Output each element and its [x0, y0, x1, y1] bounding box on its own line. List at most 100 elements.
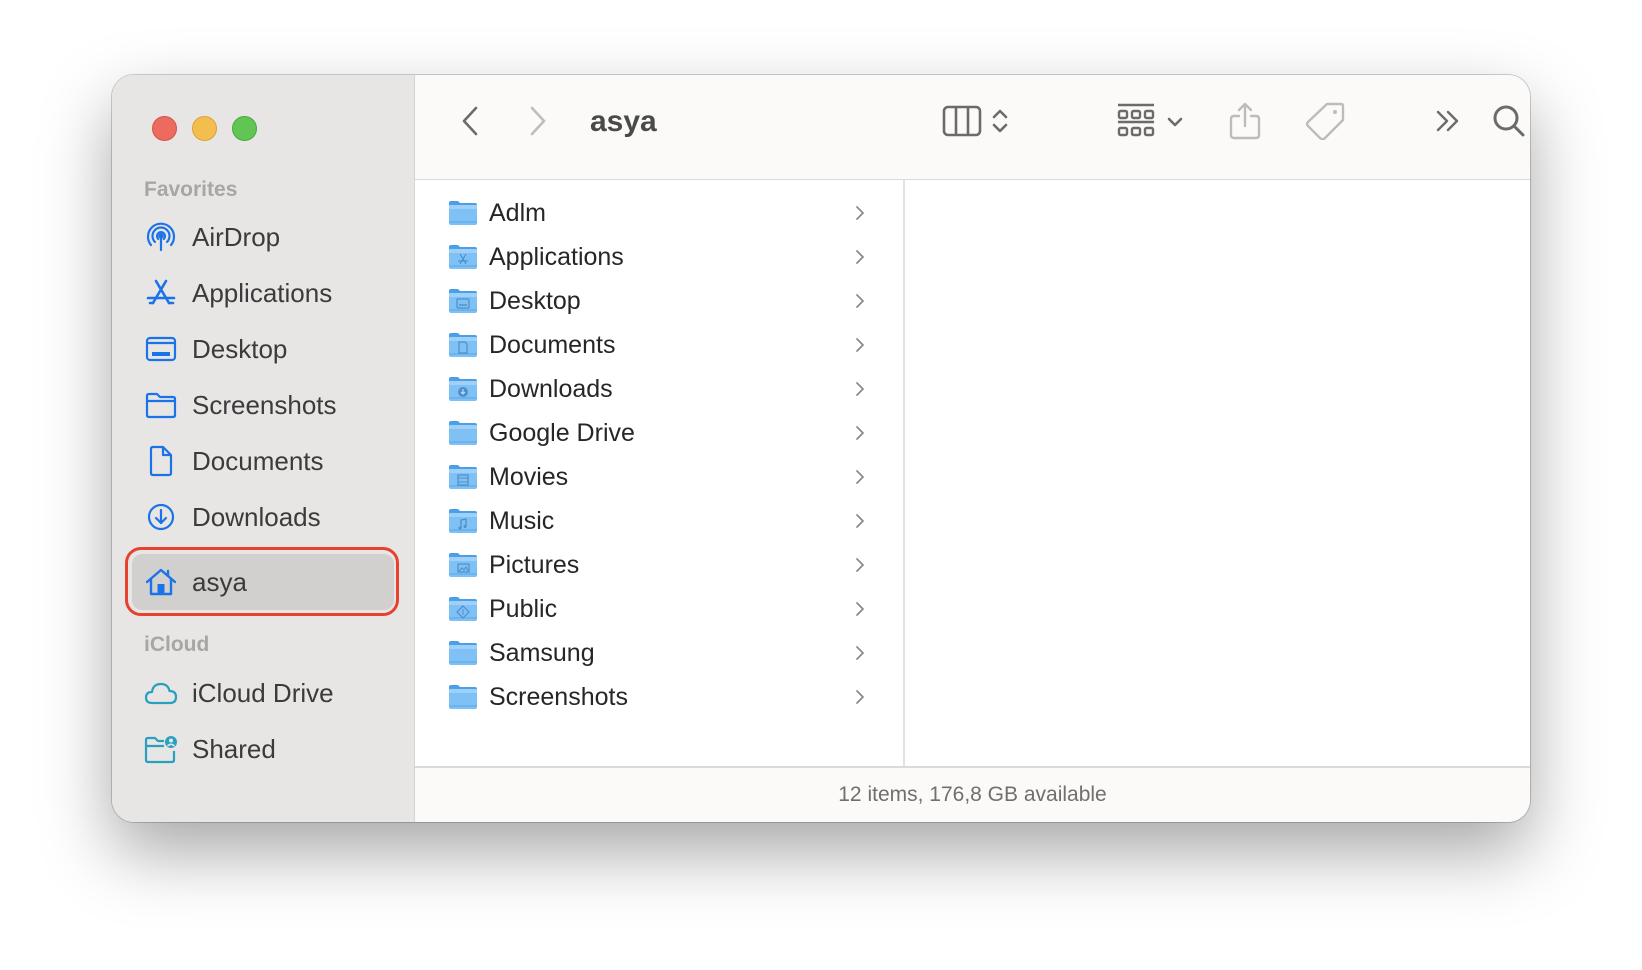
- file-row[interactable]: Documents: [415, 323, 903, 367]
- window-title: asya: [590, 105, 657, 138]
- file-name: Applications: [489, 242, 624, 271]
- section-label-favorites: Favorites: [144, 178, 238, 201]
- group-icon: [1117, 103, 1155, 144]
- sidebar-item-home[interactable]: asya: [132, 554, 394, 610]
- folder-icon: [448, 596, 478, 622]
- chevron-right-icon: [855, 249, 875, 265]
- file-name: Documents: [489, 330, 616, 359]
- share-icon: [1229, 102, 1261, 145]
- folder-icon: [448, 200, 478, 226]
- file-row[interactable]: Public: [415, 587, 903, 631]
- back-button[interactable]: [455, 101, 485, 145]
- forward-button[interactable]: [523, 101, 553, 145]
- sidebar-item-label: Shared: [192, 733, 276, 764]
- file-row[interactable]: Adlm: [415, 191, 903, 235]
- file-browser: Adlm Applications Desktop Documents Download…: [415, 180, 1530, 766]
- chevron-right-icon: [855, 293, 875, 309]
- file-name: Samsung: [489, 638, 595, 667]
- view-mode-button[interactable]: [930, 101, 1020, 145]
- chevron-right-icon: [855, 557, 875, 573]
- folder-icon: [448, 420, 478, 446]
- file-name: Music: [489, 506, 555, 535]
- file-row[interactable]: Music: [415, 499, 903, 543]
- column-view-icon: [942, 105, 982, 142]
- section-label-icloud: iCloud: [144, 633, 210, 656]
- shared-folder-icon: [144, 732, 178, 766]
- sidebar-item-label: Documents: [192, 445, 324, 476]
- cloud-icon: [144, 676, 178, 710]
- chevron-right-icon: [855, 689, 875, 705]
- sidebar-item-label: Desktop: [192, 333, 288, 364]
- sidebar-item-label: Screenshots: [192, 389, 337, 420]
- sidebar-item-airdrop[interactable]: AirDrop: [132, 209, 394, 265]
- sidebar: Favorites AirDrop Applications Desktop S…: [112, 75, 415, 822]
- minimize-button[interactable]: [192, 116, 217, 141]
- finder-window: Favorites AirDrop Applications Desktop S…: [112, 75, 1530, 822]
- double-chevron-icon: [1435, 110, 1461, 137]
- sidebar-item-documents[interactable]: Documents: [132, 433, 394, 489]
- chevron-right-icon: [855, 337, 875, 353]
- file-name: Screenshots: [489, 682, 628, 711]
- folder-icon: [448, 684, 478, 710]
- sidebar-item-screenshots[interactable]: Screenshots: [132, 377, 394, 433]
- file-name: Adlm: [489, 198, 546, 227]
- file-column[interactable]: Adlm Applications Desktop Documents Download…: [415, 180, 905, 766]
- home-icon: [144, 565, 178, 599]
- folder-icon: [448, 508, 478, 534]
- applications-icon: [144, 276, 178, 310]
- tag-icon: [1305, 102, 1345, 145]
- share-button[interactable]: [1225, 101, 1265, 145]
- zoom-button[interactable]: [232, 116, 257, 141]
- file-row[interactable]: Google Drive: [415, 411, 903, 455]
- sidebar-item-label: Downloads: [192, 501, 321, 532]
- chevron-left-icon: [461, 106, 479, 141]
- sidebar-item-label: asya: [192, 566, 247, 597]
- sidebar-item-label: Applications: [192, 277, 333, 308]
- status-bar: 12 items, 176,8 GB available: [415, 766, 1530, 822]
- file-row[interactable]: Samsung: [415, 631, 903, 675]
- file-row[interactable]: Pictures: [415, 543, 903, 587]
- download-icon: [144, 500, 178, 534]
- group-button[interactable]: [1110, 101, 1190, 145]
- chevron-right-icon: [855, 645, 875, 661]
- status-text: 12 items, 176,8 GB available: [838, 783, 1107, 806]
- tags-button[interactable]: [1303, 101, 1347, 145]
- file-name: Desktop: [489, 286, 581, 315]
- sidebar-item-label: iCloud Drive: [192, 677, 334, 708]
- chevron-right-icon: [855, 381, 875, 397]
- file-row[interactable]: Movies: [415, 455, 903, 499]
- file-name: Pictures: [489, 550, 580, 579]
- sidebar-item-desktop[interactable]: Desktop: [132, 321, 394, 377]
- chevron-right-icon: [855, 601, 875, 617]
- more-toolbar-button[interactable]: [1430, 101, 1466, 145]
- sidebar-item-shared[interactable]: Shared: [132, 721, 394, 777]
- file-name: Public: [489, 594, 558, 623]
- airdrop-icon: [144, 220, 178, 254]
- sidebar-item-applications[interactable]: Applications: [132, 265, 394, 321]
- file-row[interactable]: Downloads: [415, 367, 903, 411]
- folder-icon: [448, 376, 478, 402]
- sidebar-item-downloads[interactable]: Downloads: [132, 489, 394, 545]
- file-name: Google Drive: [489, 418, 635, 447]
- sidebar-item-icloud-drive[interactable]: iCloud Drive: [132, 665, 394, 721]
- folder-icon: [144, 388, 178, 422]
- folder-icon: [448, 552, 478, 578]
- toolbar: asya: [415, 75, 1530, 180]
- chevron-updown-icon: [992, 107, 1008, 140]
- search-icon: [1492, 104, 1526, 143]
- file-row[interactable]: Screenshots: [415, 675, 903, 719]
- chevron-right-icon: [529, 106, 547, 141]
- file-name: Downloads: [489, 374, 613, 403]
- file-name: Movies: [489, 462, 569, 491]
- chevron-right-icon: [855, 469, 875, 485]
- search-button[interactable]: [1487, 101, 1530, 145]
- chevron-right-icon: [855, 205, 875, 221]
- desktop-icon: [144, 332, 178, 366]
- file-row[interactable]: Applications: [415, 235, 903, 279]
- document-icon: [144, 444, 178, 478]
- folder-icon: [448, 332, 478, 358]
- chevron-right-icon: [855, 513, 875, 529]
- folder-icon: [448, 464, 478, 490]
- close-button[interactable]: [152, 116, 177, 141]
- file-row[interactable]: Desktop: [415, 279, 903, 323]
